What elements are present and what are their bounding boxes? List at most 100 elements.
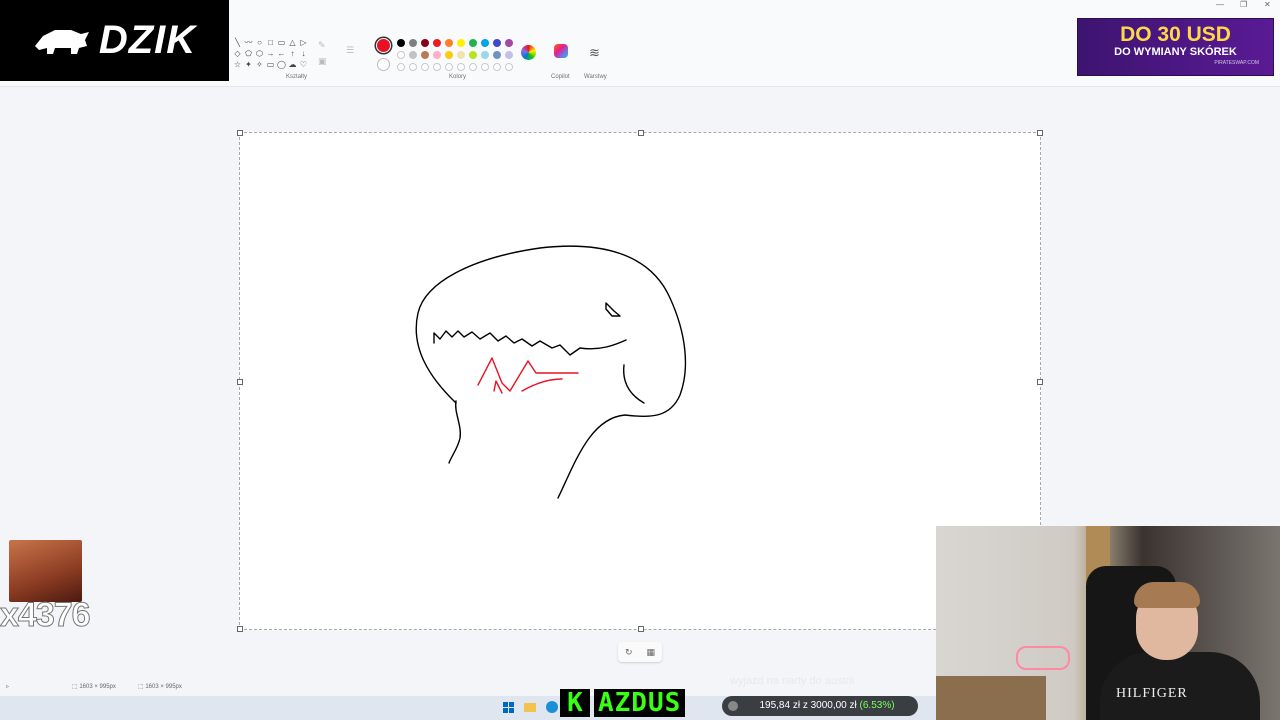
color-swatch-26[interactable]	[469, 63, 477, 71]
mouth-stroke	[433, 330, 627, 356]
shape-tool-6[interactable]: ▷	[298, 37, 309, 48]
color-swatch-0[interactable]	[397, 39, 405, 47]
outline-icon[interactable]: ✎	[318, 40, 326, 51]
resize-handle-bottom-left[interactable]	[237, 626, 243, 632]
color-swatch-14[interactable]	[445, 51, 453, 59]
shape-tool-16[interactable]: ✧	[254, 59, 265, 70]
edit-colors-icon[interactable]	[521, 45, 536, 60]
restore-button[interactable]: ❐	[1240, 0, 1247, 9]
file-explorer-icon[interactable]	[524, 703, 536, 712]
color-swatch-19[interactable]	[505, 51, 513, 59]
copilot-group-label: Copilot	[551, 74, 570, 80]
shape-tool-10[interactable]: →	[265, 48, 276, 59]
shapes-group-label: Kształty	[286, 74, 308, 80]
minimize-button[interactable]: —	[1216, 0, 1224, 9]
brush-size-icon[interactable]: ☰	[346, 45, 354, 56]
streamer-name-badge: K AZDUS	[560, 688, 686, 718]
emote-counter: x4376	[0, 596, 91, 635]
color-swatch-10[interactable]	[397, 51, 405, 59]
color-swatch-21[interactable]	[409, 63, 417, 71]
color-swatch-15[interactable]	[457, 51, 465, 59]
canvas-floating-controls: ↻ ▦	[618, 642, 662, 662]
color-swatch-7[interactable]	[481, 39, 489, 47]
shape-tool-7[interactable]: ◇	[232, 48, 243, 59]
donation-goal-text: 195,84 zł z 3000,00 zł (6.53%)	[742, 696, 912, 716]
shape-tool-1[interactable]: 〰	[243, 37, 254, 48]
streamer-initial: K	[560, 689, 590, 717]
color-swatch-2[interactable]	[421, 39, 429, 47]
color-swatch-18[interactable]	[493, 51, 501, 59]
streamer-name: AZDUS	[594, 689, 686, 717]
windows-start-icon[interactable]	[503, 702, 514, 713]
boar-icon	[34, 29, 89, 54]
shape-tool-0[interactable]: ╲	[232, 37, 243, 48]
shape-tool-14[interactable]: ☆	[232, 59, 243, 70]
shape-tool-11[interactable]: ←	[276, 48, 287, 59]
jaw-stroke	[623, 364, 645, 404]
goal-icon	[728, 701, 738, 711]
shape-tool-5[interactable]: △	[287, 37, 298, 48]
copilot-icon[interactable]	[554, 44, 568, 58]
resize-handle-left[interactable]	[237, 379, 243, 385]
fill-icon[interactable]: ▣	[318, 56, 327, 67]
donation-goal-amount: 195,84 zł z 3000,00 zł	[759, 700, 857, 711]
shape-tool-19[interactable]: ☁	[287, 59, 298, 70]
resize-handle-right[interactable]	[1037, 379, 1043, 385]
secondary-color-swatch[interactable]	[377, 58, 390, 71]
shape-tool-2[interactable]: ○	[254, 37, 265, 48]
color-swatch-22[interactable]	[421, 63, 429, 71]
primary-color-swatch[interactable]	[376, 38, 391, 53]
color-swatch-5[interactable]	[457, 39, 465, 47]
stream-logo: DZIK	[0, 0, 229, 81]
browser-icon[interactable]	[546, 701, 558, 713]
color-swatch-25[interactable]	[457, 63, 465, 71]
resize-handle-bottom[interactable]	[638, 626, 644, 632]
color-swatch-13[interactable]	[433, 51, 441, 59]
webcam-neon-light	[1016, 646, 1070, 670]
color-swatch-20[interactable]	[397, 63, 405, 71]
shapes-gallery[interactable]: ╲ 〰 ○ □ ▭ △ ▷ ◇ ⬠ ⬡ → ← ↑ ↓ ☆ ✦ ✧ ▭ ◯ ☁ ♡	[232, 37, 309, 70]
shape-tool-18[interactable]: ◯	[276, 59, 287, 70]
color-swatch-3[interactable]	[433, 39, 441, 47]
resize-handle-top-left[interactable]	[237, 130, 243, 136]
color-swatch-4[interactable]	[445, 39, 453, 47]
color-swatch-29[interactable]	[505, 63, 513, 71]
shape-tool-20[interactable]: ♡	[298, 59, 309, 70]
teeth-stroke-3	[521, 378, 563, 392]
fit-view-icon[interactable]: ▦	[647, 647, 656, 658]
shape-tool-4[interactable]: ▭	[276, 37, 287, 48]
colors-group-label: Kolory	[449, 74, 467, 80]
color-swatch-17[interactable]	[481, 51, 489, 59]
color-swatch-9[interactable]	[505, 39, 513, 47]
chin-stroke	[448, 400, 462, 464]
color-swatch-12[interactable]	[421, 51, 429, 59]
layers-icon[interactable]: ≋	[589, 46, 600, 59]
outline-fill-tools[interactable]: ✎ ▣ ☰	[318, 40, 358, 70]
shape-tool-9[interactable]: ⬡	[254, 48, 265, 59]
resize-handle-top-right[interactable]	[1037, 130, 1043, 136]
color-swatch-27[interactable]	[481, 63, 489, 71]
drawing-canvas[interactable]	[237, 130, 1043, 632]
shape-tool-12[interactable]: ↑	[287, 48, 298, 59]
color-swatch-24[interactable]	[445, 63, 453, 71]
rotate-icon[interactable]: ↻	[625, 647, 633, 658]
selection-size-value: 1603 × 995px	[79, 684, 116, 690]
color-swatch-6[interactable]	[469, 39, 477, 47]
color-swatch-16[interactable]	[469, 51, 477, 59]
donation-goal-bar: 195,84 zł z 3000,00 zł (6.53%)	[722, 696, 918, 716]
shape-tool-3[interactable]: □	[265, 37, 276, 48]
resize-handle-top[interactable]	[638, 130, 644, 136]
color-swatch-23[interactable]	[433, 63, 441, 71]
shape-tool-15[interactable]: ✦	[243, 59, 254, 70]
selection-size: ⬚ 1603 × 995px	[72, 683, 116, 690]
sponsor-headline: DO 30 USD	[1120, 23, 1231, 46]
color-swatch-8[interactable]	[493, 39, 501, 47]
color-swatch-28[interactable]	[493, 63, 501, 71]
shape-tool-17[interactable]: ▭	[265, 59, 276, 70]
color-swatch-11[interactable]	[409, 51, 417, 59]
shape-tool-13[interactable]: ↓	[298, 48, 309, 59]
layers-group-label: Warstwy	[584, 74, 607, 80]
color-swatch-1[interactable]	[409, 39, 417, 47]
shape-tool-8[interactable]: ⬠	[243, 48, 254, 59]
close-button[interactable]: ✕	[1264, 0, 1271, 9]
